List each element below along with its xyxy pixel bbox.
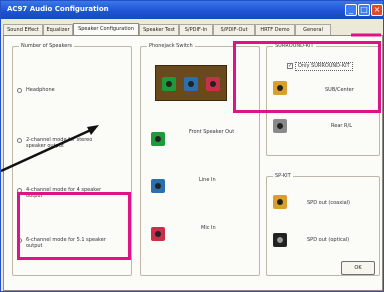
annotation-arrow-icon (1, 33, 381, 173)
audio-config-window: AC97 Audio Configuration _ □ × Sound Eff… (0, 0, 384, 292)
arrow-line (1, 127, 94, 173)
arrowhead-icon (87, 125, 99, 135)
